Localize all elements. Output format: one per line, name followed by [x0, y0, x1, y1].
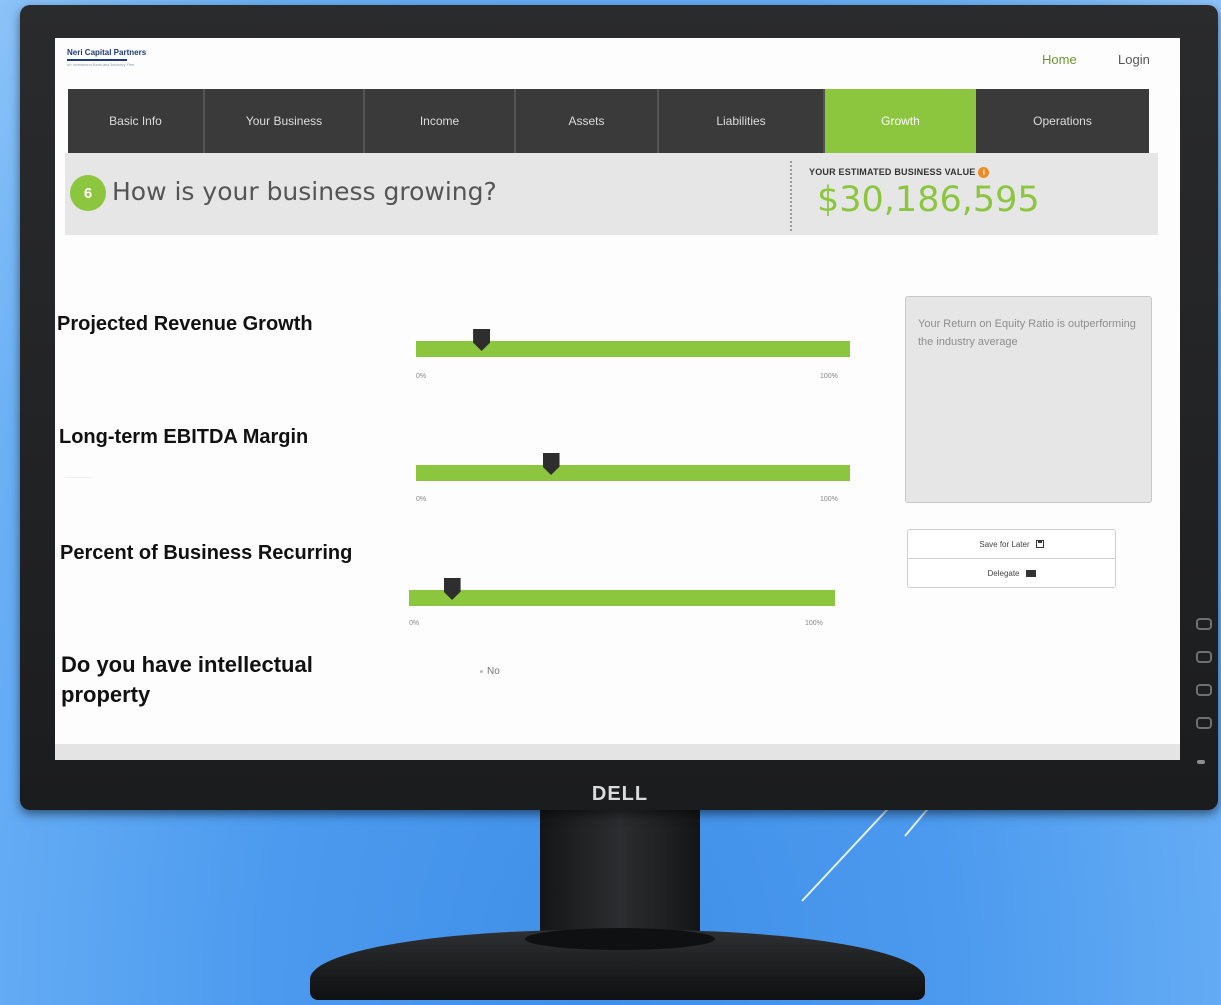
slider-max-label: 100% [820, 373, 838, 380]
tab-income[interactable]: Income [365, 89, 516, 153]
tab-label: Income [419, 114, 460, 128]
monitor-brand-logo: DELL [591, 783, 649, 805]
envelope-icon [1025, 569, 1036, 577]
tab-assets[interactable]: Assets [516, 89, 659, 153]
estimated-value: $30,186,595 [817, 180, 1040, 220]
tab-your-business[interactable]: Your Business [205, 89, 365, 153]
tab-label: Growth [881, 114, 920, 128]
recurring-business-slider[interactable] [409, 578, 835, 606]
company-tagline: An Investment Bank and Advisory Firm [67, 63, 135, 67]
slider-min-label: 0% [409, 620, 420, 627]
monitor-button[interactable] [1196, 684, 1212, 696]
helper-text-placeholder: ————————— [65, 475, 92, 479]
monitor-power-led [1197, 760, 1205, 764]
radio-label: No [487, 666, 500, 677]
slider-thumb[interactable] [443, 578, 461, 600]
value-label: YOUR ESTIMATED BUSINESS VALUE i [809, 167, 990, 179]
slider-max-label: 100% [805, 620, 823, 627]
slider-min-label: 0% [416, 373, 427, 380]
delegate-button-label: Delegate [987, 568, 1020, 578]
home-link[interactable]: Home [1042, 52, 1077, 67]
floppy-disk-icon [1035, 540, 1044, 548]
info-icon[interactable]: i [978, 167, 990, 179]
slider-min-label: 0% [416, 496, 427, 503]
tab-growth[interactable]: Growth [825, 89, 976, 163]
value-divider [790, 161, 792, 231]
monitor-button[interactable] [1196, 717, 1212, 729]
slider-thumb[interactable] [542, 453, 560, 475]
delegate-button[interactable]: Delegate [908, 558, 1115, 587]
tab-basic-info[interactable]: Basic Info [68, 89, 205, 153]
tab-label: Your Business [245, 114, 323, 128]
radio-dot[interactable] [480, 669, 483, 673]
tab-label: Operations [1033, 114, 1092, 128]
insight-panel: Your Return on Equity Ratio is outperfor… [905, 296, 1152, 503]
step-nav: Basic Info Your Business Income Assets L… [68, 89, 1149, 163]
action-buttons: Save for Later Delegate [907, 529, 1116, 588]
monitor-neck [540, 808, 700, 948]
monitor-button[interactable] [1196, 618, 1212, 630]
save-for-later-button[interactable]: Save for Later [908, 530, 1115, 558]
tab-label: Assets [568, 114, 605, 128]
ebitda-margin-label: Long-term EBITDA Margin [59, 426, 309, 448]
login-link[interactable]: Login [1118, 52, 1150, 67]
save-button-label: Save for Later [979, 539, 1030, 549]
screen: Neri Capital Partners An Investment Bank… [55, 38, 1180, 760]
tab-liabilities[interactable]: Liabilities [659, 89, 825, 153]
revenue-growth-slider[interactable] [416, 329, 850, 357]
step-number-badge: 6 [70, 175, 106, 211]
company-logo[interactable]: Neri Capital Partners An Investment Bank… [67, 48, 146, 67]
tab-label: Basic Info [109, 114, 162, 128]
logo-divider [67, 59, 127, 61]
question-header: 6 How is your business growing? YOUR EST… [65, 153, 1158, 235]
ip-radio-no[interactable]: No [480, 666, 500, 677]
screen-footer-bar [55, 744, 1180, 760]
value-label-text: YOUR ESTIMATED BUSINESS VALUE [809, 167, 976, 177]
monitor-button[interactable] [1196, 651, 1212, 663]
tab-label: Liabilities [716, 114, 766, 128]
slider-max-label: 100% [820, 496, 838, 503]
page-title: How is your business growing? [112, 177, 497, 206]
intellectual-property-label: Do you have intellectual property [61, 652, 313, 707]
background-streak [801, 808, 888, 902]
slider-thumb[interactable] [473, 329, 491, 351]
recurring-business-label: Percent of Business Recurring [60, 542, 353, 564]
tab-operations[interactable]: Operations [976, 89, 1149, 153]
company-name: Neri Capital Partners [67, 48, 147, 57]
insight-text: Your Return on Equity Ratio is outperfor… [918, 318, 1136, 348]
ebitda-margin-slider[interactable] [416, 453, 850, 481]
revenue-growth-label: Projected Revenue Growth [57, 313, 313, 335]
monitor-base-ring [525, 928, 715, 950]
